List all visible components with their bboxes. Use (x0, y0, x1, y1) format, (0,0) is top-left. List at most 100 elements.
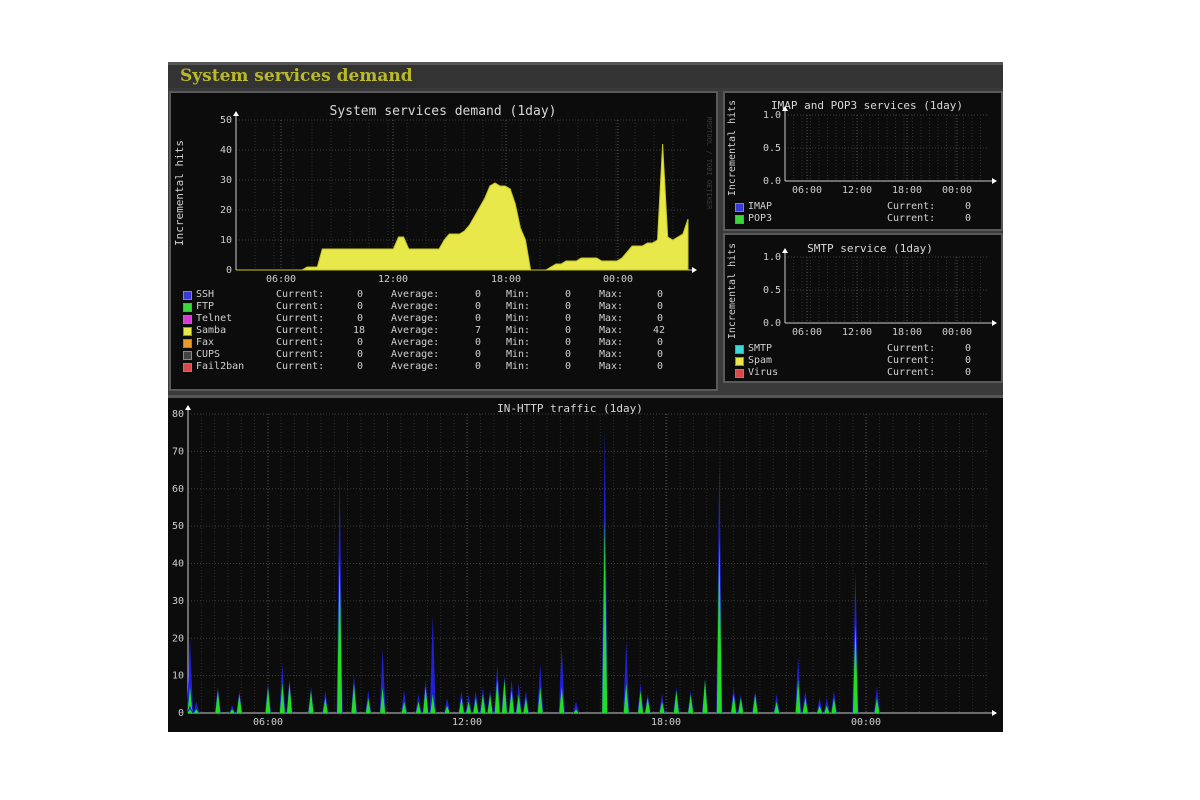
http-chart-title: IN-HTTP traffic (1day) (497, 402, 643, 415)
y-tick-label: 20 (172, 633, 184, 644)
legend-mlab: Min: (506, 325, 531, 336)
in-http-traffic-panel[interactable]: IN-HTTP traffic (1day) 0 10 20 30 40 50 60 70 80… (168, 395, 1003, 732)
legend-clab: Current: (276, 313, 325, 324)
legend-aval: 0 (474, 289, 481, 300)
x-axis-arrow (992, 710, 997, 716)
y-tick-label: 0 (178, 708, 184, 719)
legend-name: POP3 (748, 213, 773, 224)
legend-xval: 0 (656, 289, 663, 300)
legend-mlab: Min: (506, 361, 531, 372)
smtp-chart-legend: SMTP Current: 0 Spam Current: 0 Virus Current: 0 (735, 343, 995, 381)
x-axis-arrow (992, 178, 997, 184)
legend-swatch (735, 357, 744, 366)
green-spike (308, 690, 314, 713)
y-axis-arrow (185, 405, 191, 410)
http-chart-grid: 0 10 20 30 40 50 60 70 80 06:00 12:00 18:00 00:00 (172, 405, 997, 728)
legend-mval: 0 (564, 325, 571, 336)
legend-mval: 0 (564, 337, 571, 348)
x-tick-label: 06:00 (792, 185, 822, 196)
x-tick-label: 00:00 (603, 274, 633, 285)
y-tick-label: 30 (220, 175, 232, 186)
legend-alab: Average: (391, 289, 440, 300)
legend-xlab: Max: (599, 361, 624, 372)
legend-xval: 0 (656, 349, 663, 360)
x-axis-arrow (992, 320, 997, 326)
x-tick-label: 12:00 (452, 717, 482, 728)
y-tick-label: 0.5 (763, 143, 781, 154)
legend-mlab: Min: (506, 349, 531, 360)
legend-alab: Average: (391, 325, 440, 336)
y-tick-label: 40 (172, 559, 184, 570)
legend-cval: 0 (356, 337, 363, 348)
smtp-chart-ylabel: Incremental hits (727, 243, 738, 339)
in-http-traffic-chart: IN-HTTP traffic (1day) 0 10 20 30 40 50 60 70 80… (168, 398, 1003, 732)
x-tick-label: 00:00 (942, 327, 972, 338)
legend-alab: Average: (391, 361, 440, 372)
legend-xlab: Max: (599, 313, 624, 324)
legend-xval: 0 (656, 313, 663, 324)
y-tick-label: 0.0 (763, 176, 781, 187)
legend-swatch (183, 351, 192, 360)
legend-swatch (183, 327, 192, 336)
imap-chart-ylabel: Incremental hits (727, 100, 738, 196)
main-chart-ylabel: Incremental hits (173, 140, 186, 246)
y-tick-label: 10 (172, 671, 184, 682)
legend-swatch (735, 203, 744, 212)
x-tick-label: 00:00 (942, 185, 972, 196)
x-tick-label: 12:00 (842, 185, 872, 196)
legend-alab: Average: (391, 301, 440, 312)
y-tick-label: 20 (220, 205, 232, 216)
legend-cval: 0 (356, 313, 363, 324)
y-tick-label: 0.5 (763, 285, 781, 296)
page-title: System services demand (180, 66, 413, 86)
legend-cval: 0 (356, 361, 363, 372)
legend-name: SSH (196, 289, 215, 300)
legend-name: Virus (748, 367, 779, 378)
legend-xlab: Max: (599, 349, 624, 360)
legend-alab: Average: (391, 349, 440, 360)
system-services-panel[interactable]: System services demand (1day) Incrementa… (169, 91, 718, 391)
legend-name: Fail2ban (196, 361, 245, 372)
legend-cval: 0 (356, 301, 363, 312)
legend-current-label: Current: (887, 343, 936, 354)
imap-chart-grid: 0.0 0.5 1.0 06:00 12:00 18:00 00:00 (763, 106, 997, 196)
rrdtool-watermark: RRDTOOL / TOBI OETIKER (705, 117, 713, 211)
legend-xlab: Max: (599, 301, 624, 312)
x-tick-label: 18:00 (892, 327, 922, 338)
legend-name: FTP (196, 301, 215, 312)
legend-name: Spam (748, 355, 773, 366)
y-tick-label: 0 (226, 265, 232, 276)
legend-clab: Current: (276, 289, 325, 300)
legend-current-value: 0 (965, 213, 972, 224)
y-tick-label: 40 (220, 145, 232, 156)
legend-mlab: Min: (506, 289, 531, 300)
legend-cval: 18 (353, 325, 366, 336)
legend-clab: Current: (276, 349, 325, 360)
x-tick-label: 06:00 (266, 274, 296, 285)
legend-cval: 0 (356, 289, 363, 300)
x-tick-label: 00:00 (851, 717, 881, 728)
legend-mlab: Min: (506, 313, 531, 324)
green-spike (688, 694, 694, 713)
legend-name: Samba (196, 325, 227, 336)
y-tick-label: 1.0 (763, 110, 781, 121)
legend-current-label: Current: (887, 355, 936, 366)
legend-aval: 0 (474, 313, 481, 324)
imap-pop3-panel[interactable]: IMAP and POP3 services (1day) Incrementa… (723, 91, 1003, 231)
legend-mval: 0 (564, 361, 571, 372)
legend-name: SMTP (748, 343, 773, 354)
y-tick-label: 50 (172, 521, 184, 532)
imap-chart-title: IMAP and POP3 services (1day) (771, 99, 963, 112)
x-tick-label: 12:00 (378, 274, 408, 285)
legend-aval: 0 (474, 349, 481, 360)
legend-swatch (735, 215, 744, 224)
imap-chart-legend: IMAP Current: 0 POP3 Current: 0 (735, 201, 995, 227)
legend-aval: 7 (474, 325, 481, 336)
legend-alab: Average: (391, 313, 440, 324)
legend-xval: 0 (656, 361, 663, 372)
y-axis-arrow (782, 248, 788, 253)
green-spike (487, 694, 493, 713)
smtp-panel[interactable]: SMTP service (1day) Incremental hits 0.0… (723, 233, 1003, 383)
green-spike (501, 679, 507, 713)
legend-clab: Current: (276, 301, 325, 312)
